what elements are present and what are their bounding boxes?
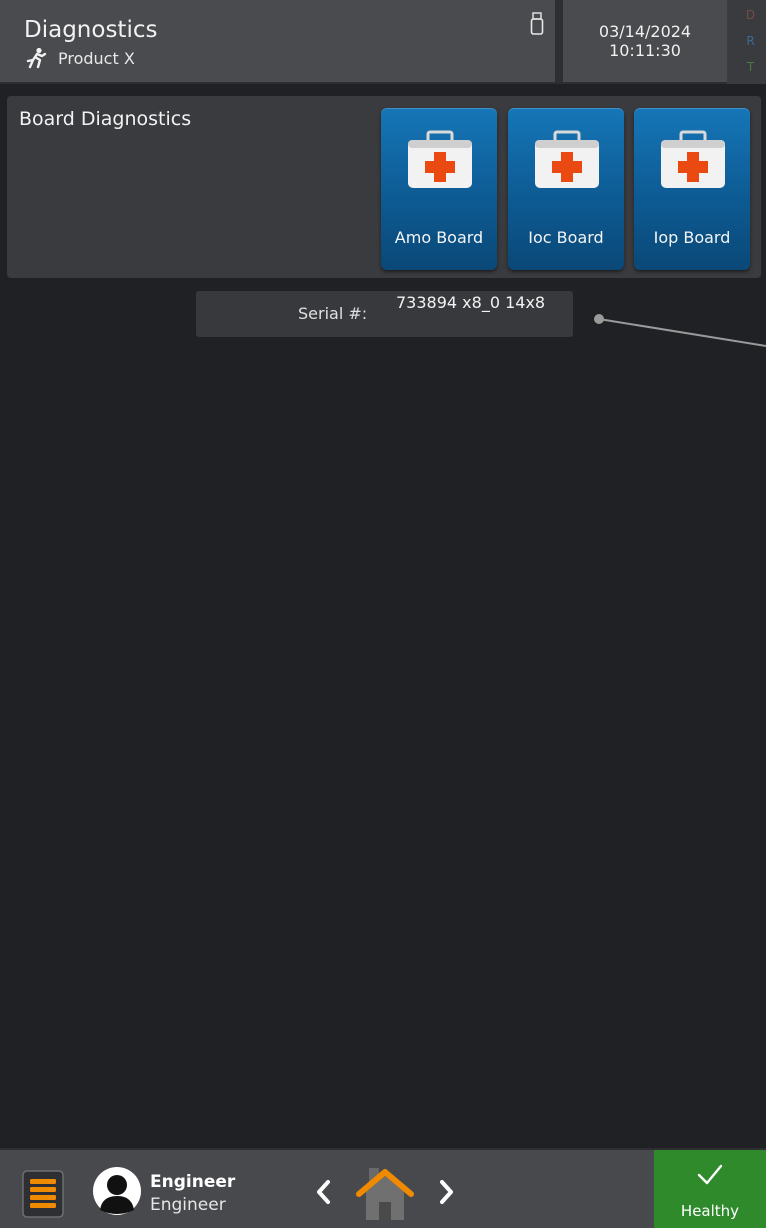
board-diagnostics-title: Board Diagnostics [19, 108, 192, 130]
user-avatar-icon [93, 1167, 141, 1215]
product-row: Product X [24, 47, 157, 69]
status-label: Healthy [680, 1202, 740, 1220]
datetime-display: 03/14/2024 10:11:30 [563, 0, 727, 84]
iop-board-button[interactable]: Iop Board [634, 108, 750, 270]
ioc-board-label: Ioc Board [528, 228, 604, 247]
serial-value: 733894 x8_0 14x8 [396, 293, 546, 312]
chevron-right-icon[interactable] [432, 1170, 460, 1214]
checkmark-icon [697, 1164, 723, 1185]
amo-board-button[interactable]: Amo Board [381, 108, 497, 270]
amo-board-label: Amo Board [394, 228, 484, 247]
time-text: 10:11:30 [609, 41, 681, 60]
board-diagnostics-panel: Board Diagnostics Amo Board Ioc Board Io… [7, 96, 761, 278]
header-divider [555, 0, 563, 84]
user-name: Engineer [150, 1172, 236, 1192]
user-role: Engineer [150, 1195, 226, 1215]
indicator-r: R [746, 34, 755, 48]
first-aid-kit-icon [535, 130, 599, 188]
product-name: Product X [58, 48, 135, 68]
menu-icon[interactable] [22, 1170, 64, 1218]
healthy-status-button[interactable]: Healthy [654, 1150, 766, 1228]
indicator-t: T [746, 60, 755, 74]
iop-board-label: Iop Board [653, 228, 731, 247]
chevron-left-icon[interactable] [310, 1170, 338, 1214]
drt-indicator: D R T [727, 0, 766, 84]
ioc-board-button[interactable]: Ioc Board [508, 108, 624, 270]
date-text: 03/14/2024 [598, 22, 692, 41]
serial-number-box: Serial #: 733894 x8_0 14x8 [196, 291, 573, 337]
indicator-d: D [745, 8, 756, 22]
title-block: Diagnostics Product X [24, 16, 157, 69]
first-aid-kit-icon [661, 130, 725, 188]
header-bar: Diagnostics Product X 03/14/2024 10:11:3… [0, 0, 766, 84]
connector-line [594, 314, 766, 347]
serial-label: Serial #: [298, 304, 368, 323]
page-title: Diagnostics [24, 17, 158, 43]
footer-bar: Engineer Engineer Healthy [0, 1148, 766, 1228]
running-person-icon [26, 47, 47, 69]
usb-icon [530, 12, 544, 35]
home-icon[interactable] [356, 1164, 414, 1222]
first-aid-kit-icon [408, 130, 472, 188]
